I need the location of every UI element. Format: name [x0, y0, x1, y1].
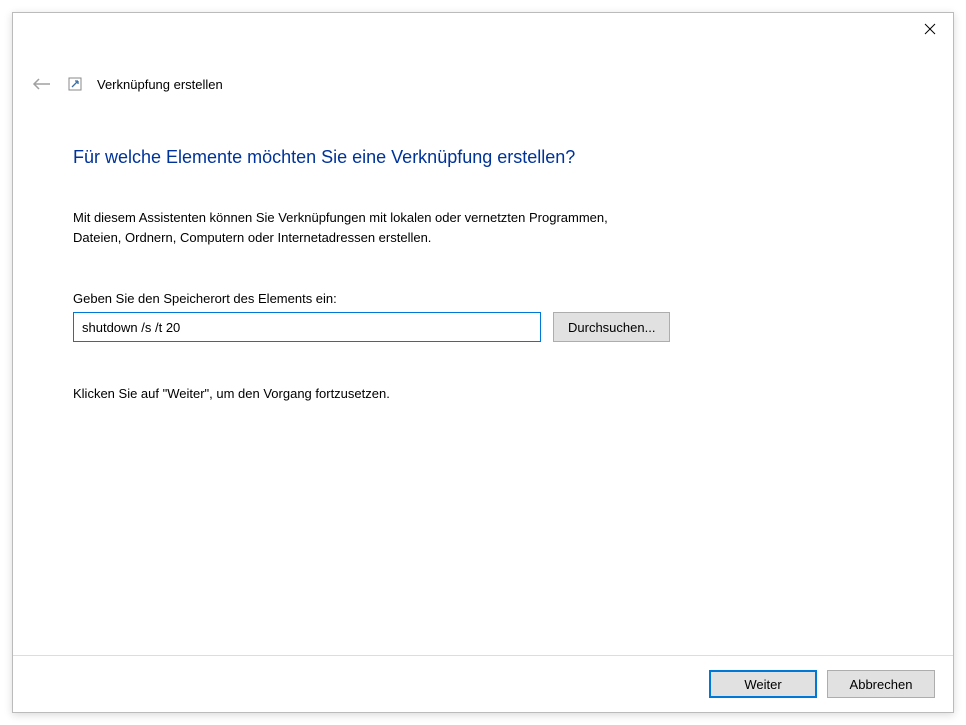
titlebar — [13, 13, 953, 49]
next-button[interactable]: Weiter — [709, 670, 817, 698]
close-icon — [924, 23, 936, 35]
close-button[interactable] — [907, 13, 953, 45]
back-arrow-icon — [32, 77, 52, 91]
browse-button[interactable]: Durchsuchen... — [553, 312, 670, 342]
path-input[interactable] — [73, 312, 541, 342]
description-line-1: Mit diesem Assistenten können Sie Verknü… — [73, 210, 608, 225]
wizard-footer: Weiter Abbrechen — [13, 655, 953, 712]
continue-hint: Klicken Sie auf "Weiter", um den Vorgang… — [73, 386, 893, 401]
shortcut-icon — [67, 76, 83, 92]
path-label: Geben Sie den Speicherort des Elements e… — [73, 291, 893, 306]
description-line-2: Dateien, Ordnern, Computern oder Interne… — [73, 230, 431, 245]
cancel-button[interactable]: Abbrechen — [827, 670, 935, 698]
wizard-content: Für welche Elemente möchten Sie eine Ver… — [13, 95, 953, 655]
description-text: Mit diesem Assistenten können Sie Verknü… — [73, 208, 673, 247]
back-button[interactable] — [31, 73, 53, 95]
page-headline: Für welche Elemente möchten Sie eine Ver… — [73, 147, 893, 168]
wizard-title: Verknüpfung erstellen — [97, 77, 223, 92]
wizard-header: Verknüpfung erstellen — [13, 73, 953, 95]
wizard-window: Verknüpfung erstellen Für welche Element… — [12, 12, 954, 713]
input-row: Durchsuchen... — [73, 312, 893, 342]
